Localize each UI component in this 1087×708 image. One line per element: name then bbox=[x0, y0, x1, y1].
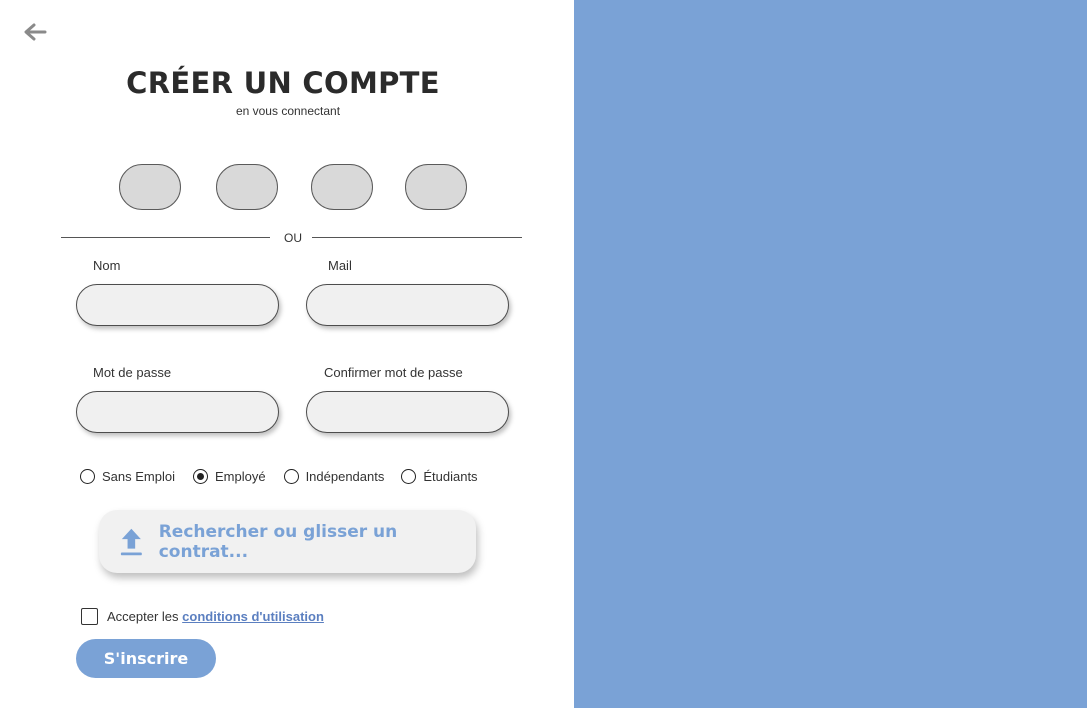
mail-label: Mail bbox=[328, 258, 352, 273]
radio-circle bbox=[401, 469, 417, 484]
radio-label: Indépendants bbox=[305, 469, 385, 484]
terms-prefix: Accepter les bbox=[107, 609, 183, 624]
page-title: CRÉER UN COMPTE bbox=[126, 66, 440, 100]
radio-label: Étudiants bbox=[423, 469, 478, 484]
terms-link[interactable]: conditions d'utilisation bbox=[182, 609, 324, 624]
name-input[interactable] bbox=[76, 284, 279, 326]
social-login-button-3[interactable] bbox=[311, 164, 373, 210]
divider-label: OU bbox=[284, 231, 302, 245]
divider-line-right bbox=[312, 237, 522, 238]
page-subtitle: en vous connectant bbox=[235, 104, 341, 118]
radio-circle bbox=[283, 469, 299, 484]
password-input[interactable] bbox=[76, 391, 279, 433]
divider-line-left bbox=[61, 237, 270, 238]
signup-button[interactable]: S'inscrire bbox=[76, 639, 216, 678]
confirm-password-input[interactable] bbox=[306, 391, 509, 433]
decorative-panel bbox=[574, 0, 1087, 708]
social-login-button-1[interactable] bbox=[119, 164, 181, 210]
radio-label: Sans Emploi bbox=[102, 469, 175, 484]
upload-contract-button[interactable]: Rechercher ou glisser un contrat... bbox=[99, 510, 476, 573]
social-login-button-2[interactable] bbox=[216, 164, 278, 210]
arrow-left-icon bbox=[24, 23, 47, 41]
radio-circle bbox=[80, 469, 95, 484]
back-button[interactable] bbox=[22, 20, 48, 44]
upload-label: Rechercher ou glisser un contrat... bbox=[158, 521, 398, 562]
radio-sans-emploi[interactable]: Sans Emploi bbox=[80, 469, 175, 484]
radio-independants[interactable]: Indépendants bbox=[283, 469, 385, 484]
radio-dot bbox=[196, 473, 204, 480]
confirm-password-label: Confirmer mot de passe bbox=[324, 365, 463, 380]
password-label: Mot de passe bbox=[93, 365, 172, 380]
mail-input[interactable] bbox=[306, 284, 509, 326]
name-label: Nom bbox=[93, 258, 121, 273]
status-radio-group: Sans Emploi Employé Indépendants Étudian… bbox=[80, 469, 478, 484]
upload-icon bbox=[120, 528, 142, 555]
terms-text: Accepter les conditions d'utilisation bbox=[107, 609, 324, 624]
radio-etudiants[interactable]: Étudiants bbox=[401, 469, 478, 484]
signup-panel: CRÉER UN COMPTE en vous connectant OU No… bbox=[0, 0, 574, 708]
radio-employe[interactable]: Employé bbox=[192, 469, 266, 484]
radio-circle-selected bbox=[192, 469, 208, 484]
terms-checkbox[interactable] bbox=[81, 608, 98, 625]
radio-label: Employé bbox=[214, 469, 266, 484]
social-login-button-4[interactable] bbox=[405, 164, 467, 210]
